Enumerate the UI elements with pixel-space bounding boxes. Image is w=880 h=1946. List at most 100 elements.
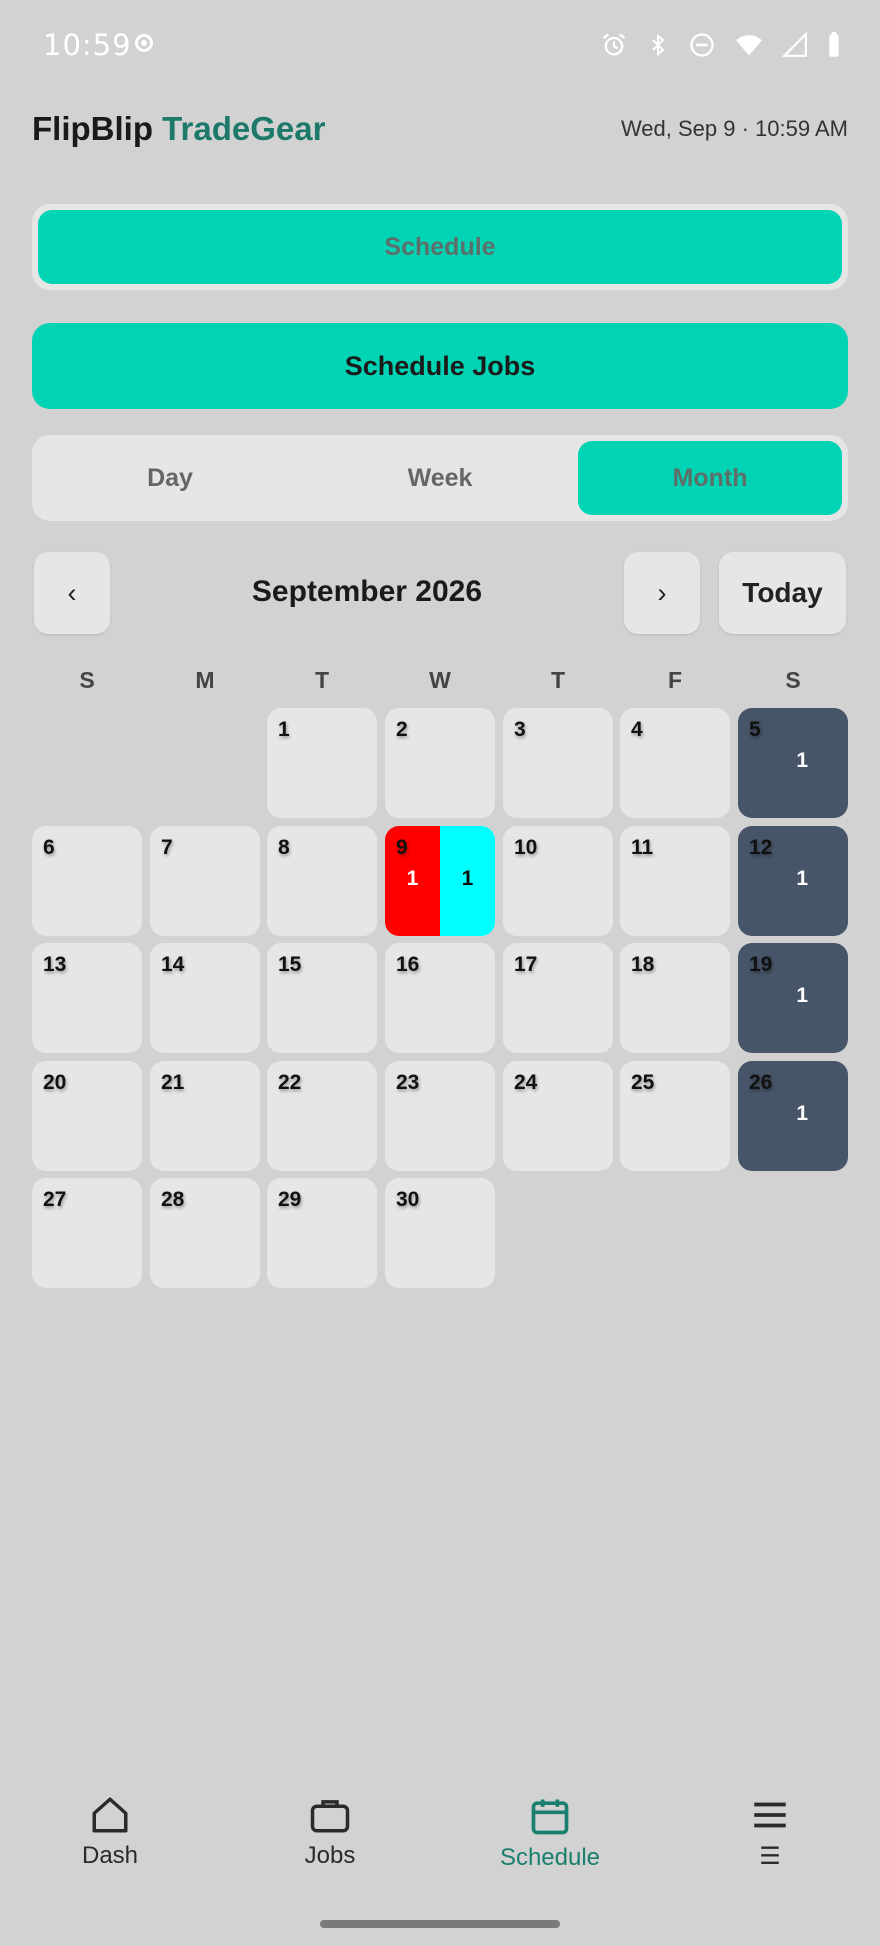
day-number: 9 [396, 836, 408, 859]
day-number: 11 [631, 836, 654, 859]
nav-jobs-label: Jobs [304, 1842, 356, 1869]
job-count: 1 [406, 867, 419, 890]
job-count: 1 [796, 867, 808, 890]
day-number: 12 [749, 836, 773, 859]
day-number: 3 [514, 718, 526, 741]
day-number: 2 [396, 718, 408, 741]
calendar-day-cell[interactable]: 51 [738, 708, 848, 818]
calendar-day-cell[interactable]: 6 [32, 826, 142, 936]
day-number: 8 [278, 836, 290, 859]
weekday-label: S [785, 667, 801, 693]
prev-month-button[interactable]: ‹ [34, 552, 110, 634]
signal-icon [782, 31, 807, 57]
tab-month[interactable]: Month [578, 441, 842, 515]
bluetooth-icon [652, 33, 665, 57]
calendar-day-cell[interactable]: 10 [503, 826, 613, 936]
weekday-label: T [550, 667, 566, 693]
screen-record-icon [135, 34, 153, 52]
nav-jobs[interactable]: Jobs [240, 1784, 420, 1884]
weekday-label: S [79, 667, 95, 693]
calendar-day-cell[interactable]: 26 1 [738, 1061, 848, 1171]
app-brand: FlipBlip TradeGear [32, 110, 325, 148]
calendar-day-cell[interactable]: 17 [503, 943, 613, 1053]
calendar-day-cell[interactable]: 3 [503, 708, 613, 818]
calendar-day-cell[interactable]: 20 [32, 1061, 142, 1171]
calendar-day-cell[interactable]: 1 [267, 708, 377, 818]
day-number: 16 [396, 953, 420, 976]
day-number: 26 [749, 1071, 773, 1094]
schedule-jobs-button[interactable]: Schedule Jobs [32, 323, 848, 409]
calendar-day-cell[interactable]: 21 [150, 1061, 260, 1171]
schedule-selector-value[interactable]: Schedule [38, 210, 842, 284]
calendar-day-cell[interactable]: 19 1 [738, 943, 848, 1053]
day-number: 13 [43, 953, 67, 976]
job-count: 1 [796, 749, 808, 772]
bottom-nav: Dash Jobs Schedule ☰ [0, 1784, 880, 1894]
calendar-day-cell[interactable]: 15 [267, 943, 377, 1053]
calendar-day-cell[interactable]: 23 [385, 1061, 495, 1171]
day-number: 10 [514, 836, 538, 859]
nav-menu-label: ☰ [759, 1843, 781, 1870]
nav-schedule-label: Schedule [499, 1844, 601, 1871]
alarm-icon [602, 33, 626, 56]
day-number: 22 [278, 1071, 302, 1094]
nav-dash-label: Dash [81, 1842, 139, 1869]
home-indicator [320, 1920, 560, 1928]
header-datetime: Wed, Sep 9 · 10:59 AM [620, 116, 848, 141]
day-number: 4 [631, 718, 643, 741]
calendar-day-cell[interactable]: 29 [267, 1178, 377, 1288]
brand-product: TradeGear [162, 110, 326, 147]
calendar-day-cell[interactable]: 16 [385, 943, 495, 1053]
tab-day[interactable]: Day [38, 441, 302, 515]
day-number: 19 [749, 953, 773, 976]
day-number: 15 [278, 953, 302, 976]
next-month-button[interactable]: › [624, 552, 700, 634]
calendar-day-cell[interactable]: 14 [150, 943, 260, 1053]
day-number: 17 [514, 953, 538, 976]
calendar-day-cell[interactable]: 12 1 [738, 826, 848, 936]
month-title: September 2026 [251, 575, 483, 608]
job-count: 1 [796, 984, 808, 1007]
day-number: 28 [161, 1188, 185, 1211]
day-number: 6 [43, 836, 55, 859]
weekday-label: W [429, 667, 451, 693]
tab-week[interactable]: Week [308, 441, 572, 515]
battery-icon [829, 32, 839, 57]
calendar-day-cell[interactable]: 13 [32, 943, 142, 1053]
calendar-day-cell[interactable]: 2 [385, 708, 495, 818]
calendar-day-cell[interactable]: 4 [620, 708, 730, 818]
day-number: 7 [161, 836, 173, 859]
day-number: 25 [631, 1071, 655, 1094]
calendar-day-cell[interactable]: 22 [267, 1061, 377, 1171]
status-icons [600, 28, 842, 62]
calendar-day-cell[interactable]: 7 [150, 826, 260, 936]
day-number: 23 [396, 1071, 420, 1094]
weekday-label: F [667, 667, 683, 693]
schedule-selector[interactable]: Schedule [32, 204, 848, 290]
weekday-header: S M T W T F S [32, 667, 848, 697]
nav-menu[interactable]: ☰ [680, 1784, 860, 1884]
job-count: 1 [796, 1102, 808, 1125]
calendar-day-cell[interactable]: 28 [150, 1178, 260, 1288]
calendar-icon [531, 1799, 569, 1835]
weekday-label: M [195, 667, 215, 693]
calendar-day-cell[interactable]: 25 [620, 1061, 730, 1171]
calendar-day-cell[interactable]: 24 [503, 1061, 613, 1171]
home-icon [92, 1797, 128, 1833]
day-number: 14 [161, 953, 185, 976]
job-count: 1 [461, 867, 474, 890]
calendar-day-cell[interactable]: 18 [620, 943, 730, 1053]
calendar-day-cell[interactable]: 8 [267, 826, 377, 936]
nav-schedule[interactable]: Schedule [460, 1784, 640, 1884]
today-button[interactable]: Today [719, 552, 846, 634]
calendar-day-cell[interactable]: 27 [32, 1178, 142, 1288]
brand-name: FlipBlip [32, 110, 153, 147]
nav-dash[interactable]: Dash [20, 1784, 200, 1884]
day-number: 18 [631, 953, 655, 976]
calendar-day-cell[interactable]: 30 [385, 1178, 495, 1288]
day-number: 21 [161, 1071, 185, 1094]
calendar-day-cell[interactable]: 1 1 9 [385, 826, 495, 936]
view-segmented-control: Day Week Month [32, 435, 848, 521]
weekday-label: T [314, 667, 330, 693]
calendar-day-cell[interactable]: 11 [620, 826, 730, 936]
